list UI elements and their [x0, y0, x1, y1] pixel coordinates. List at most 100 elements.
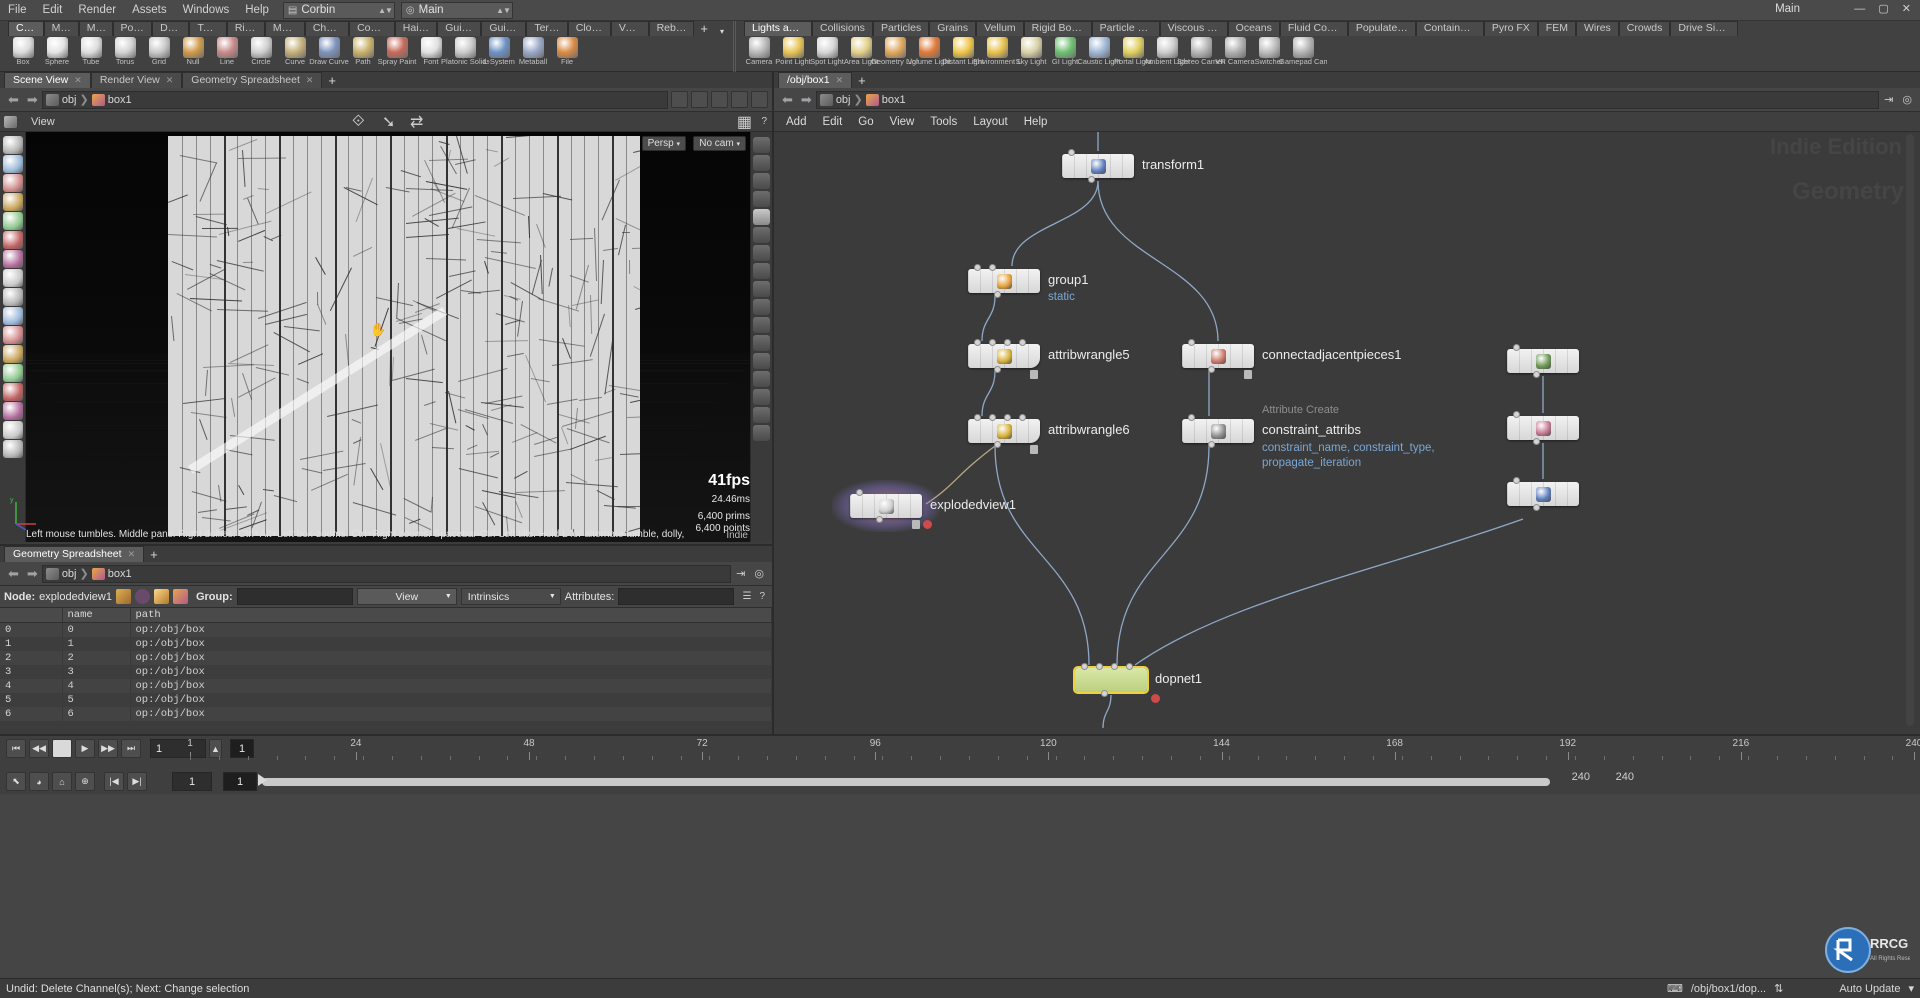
chevron-updown-icon[interactable]: ▲▼	[372, 6, 392, 15]
shelf-left-tab[interactable]: Create	[8, 21, 44, 36]
shelf-right-tab[interactable]: Drive Simula...	[1670, 21, 1738, 36]
network-menu-go[interactable]: Go	[858, 116, 873, 128]
node-output-connector[interactable]	[1533, 371, 1540, 378]
soft-icon[interactable]	[3, 212, 23, 230]
viewport-left-toolbar[interactable]	[0, 132, 26, 542]
shelf-right-tab[interactable]: Wires	[1576, 21, 1619, 36]
node-render-flag-icon[interactable]	[923, 520, 932, 529]
node-output-connector[interactable]	[1533, 504, 1540, 511]
node-output-connector[interactable]	[994, 441, 1001, 448]
node-lock-icon[interactable]	[1030, 370, 1038, 379]
menu-render[interactable]: Render	[70, 0, 124, 21]
shelf-right-tabs[interactable]: Lights and C...CollisionsParticlesGrains…	[736, 21, 1920, 36]
node-body[interactable]	[850, 494, 922, 518]
play-button[interactable]: ▶	[75, 739, 95, 758]
shelf-left-tab[interactable]: Texture	[189, 21, 226, 36]
node-input-connector[interactable]	[1513, 477, 1520, 484]
network-path-field[interactable]: obj ❯ box1	[816, 91, 1879, 109]
spreadsheet-menu-icon[interactable]: ☰	[738, 591, 755, 602]
node-input-connector[interactable]	[989, 264, 996, 271]
close-tab-icon[interactable]: ✕	[306, 75, 314, 85]
desktop-selector[interactable]: ▤ Corbin ▲▼	[283, 2, 395, 19]
node-body[interactable]	[1182, 344, 1254, 368]
audio-button[interactable]: ◕	[29, 772, 49, 791]
node-output-connector[interactable]	[994, 291, 1001, 298]
gs-pin-icon[interactable]: ⇥	[731, 567, 750, 580]
viewport-help-icon[interactable]: ?	[761, 116, 767, 127]
quality-icon[interactable]	[753, 353, 770, 369]
range-start-button[interactable]: |◀	[104, 772, 124, 791]
node-body[interactable]	[968, 269, 1040, 293]
network-node[interactable]: dopnet1	[1075, 668, 1147, 692]
close-icon[interactable]: ✕	[1897, 3, 1916, 15]
network-menu-edit[interactable]: Edit	[822, 116, 842, 128]
snap-icon[interactable]	[3, 383, 23, 401]
path-display-button[interactable]	[711, 91, 728, 108]
range-start-field[interactable]: 1	[172, 772, 212, 791]
display-options-icon[interactable]	[753, 137, 770, 153]
scene-path-field[interactable]: obj ❯ box1	[42, 91, 668, 109]
node-input-connector[interactable]	[974, 414, 981, 421]
node-name-label[interactable]: constraint_attribs	[1262, 422, 1361, 437]
rotate-icon[interactable]	[3, 250, 23, 268]
view-dropdown[interactable]: View▼	[357, 588, 457, 605]
table-row[interactable]: 33op:/obj/box	[0, 665, 772, 679]
shelf-right-tab[interactable]: Container Tools	[1416, 21, 1484, 36]
shelf-left-tabs[interactable]: CreateModifyModelPolygonDeformTextureRig…	[0, 21, 730, 36]
network-node[interactable]: attribwrangle5	[968, 344, 1040, 368]
shelf-left-tab[interactable]: Terrain...	[526, 21, 567, 36]
node-name-label[interactable]: dopnet1	[1155, 671, 1202, 686]
camera-icon[interactable]	[753, 317, 770, 333]
maximize-icon[interactable]: ▢	[1873, 3, 1893, 15]
node-input-connector[interactable]	[1068, 149, 1075, 156]
timeline-ruler[interactable]: 124487296120144168192216240	[190, 736, 1920, 762]
geometry-spreadsheet-tabs[interactable]: Geometry Spreadsheet✕+	[0, 546, 772, 562]
persp-view-selector[interactable]: Persp ▾	[642, 136, 686, 151]
xray-icon[interactable]	[753, 227, 770, 243]
view-tool-icon[interactable]	[3, 174, 23, 192]
node-input-connector[interactable]	[856, 489, 863, 496]
node-output-connector[interactable]	[1533, 438, 1540, 445]
gs-path-node[interactable]: box1	[108, 568, 132, 580]
ghost-icon[interactable]	[753, 155, 770, 171]
node-body[interactable]	[1507, 482, 1579, 506]
light-toggle-icon[interactable]	[753, 407, 770, 423]
close-tab-icon[interactable]: ✕	[74, 75, 82, 85]
help-icon[interactable]	[753, 425, 770, 441]
path-node[interactable]: box1	[108, 94, 132, 106]
close-tab-icon[interactable]: ✕	[166, 75, 174, 85]
shelf-left-tab[interactable]: Muscles	[265, 21, 305, 36]
shelf-right-tab[interactable]: FEM	[1538, 21, 1576, 36]
node-body[interactable]	[968, 419, 1040, 443]
node-input-connector[interactable]	[1111, 663, 1118, 670]
gs-path-root[interactable]: obj	[62, 568, 77, 580]
back-icon[interactable]: ⬅	[4, 92, 23, 108]
node-input-connector[interactable]	[1019, 339, 1026, 346]
shelf-right-tab[interactable]: Fluid Contai...	[1280, 21, 1348, 36]
move-icon[interactable]	[3, 269, 23, 287]
chevron-updown-icon-2[interactable]: ▲▼	[490, 6, 510, 15]
menu-help[interactable]: Help	[237, 0, 277, 21]
shelf-left-tab[interactable]: RebelWay	[649, 21, 695, 36]
node-output-connector[interactable]	[1208, 441, 1215, 448]
intrinsics-dropdown[interactable]: Intrinsics▼	[461, 588, 561, 605]
lock-icon[interactable]	[753, 209, 770, 225]
hud-icon[interactable]	[753, 299, 770, 315]
geometry-table[interactable]: namepath 00op:/obj/box11op:/obj/box22op:…	[0, 608, 772, 721]
network-editor-tab[interactable]: /obj/box1✕	[778, 72, 852, 88]
shelf-left-tab[interactable]: Modify	[44, 21, 79, 36]
attributes-input[interactable]	[618, 588, 734, 605]
menu-edit[interactable]: Edit	[35, 0, 71, 21]
step-forward-button[interactable]: ▶▶	[98, 739, 118, 758]
shelf-left-tab[interactable]: Guide B...	[481, 21, 526, 36]
scene-view-tab[interactable]: Render View✕	[91, 72, 182, 88]
network-editor-tabs[interactable]: /obj/box1✕+	[774, 72, 1920, 88]
minimize-icon[interactable]: —	[1849, 3, 1870, 15]
path-render-button[interactable]	[731, 91, 748, 108]
node-output-connector[interactable]	[876, 516, 883, 523]
wireframe-icon[interactable]	[753, 173, 770, 189]
shelf-left-tab[interactable]: Hair Utils	[395, 21, 437, 36]
table-row[interactable]: 44op:/obj/box	[0, 679, 772, 693]
shelf-right-tab[interactable]: Grains	[929, 21, 976, 36]
menu-file[interactable]: File	[0, 0, 35, 21]
